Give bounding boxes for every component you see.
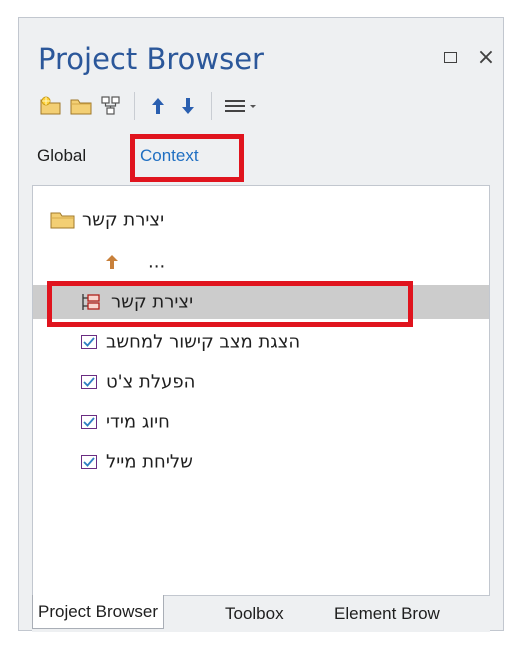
checklist-icon (81, 375, 97, 389)
tab-global[interactable]: Global (37, 140, 86, 172)
tab-element-browser[interactable]: Element Brow (334, 596, 440, 632)
move-down-button[interactable] (173, 91, 203, 121)
checklist-icon (81, 455, 97, 469)
tree-item-label: חיוג מידי (106, 411, 170, 433)
use-case-diagram-icon (81, 293, 101, 311)
folder-icon (70, 99, 92, 115)
tree-item-parent[interactable]: ... (33, 245, 489, 279)
tree-item-element[interactable]: הצגת מצב קישור למחשב (33, 325, 489, 359)
arrow-up-icon (152, 98, 164, 114)
tree-item-diagram[interactable]: יצירת קשר (33, 285, 489, 319)
new-model-button[interactable] (36, 91, 66, 121)
tab-toolbox[interactable]: Toolbox (225, 596, 284, 632)
close-button[interactable]: × (472, 42, 500, 72)
bottom-tab-bar: Project Browser Toolbox Element Brow (32, 595, 490, 632)
toolbar (36, 88, 476, 124)
checklist-icon (81, 415, 97, 429)
restore-window-icon (443, 51, 457, 63)
hamburger-dropdown-icon (225, 100, 256, 112)
tree-item-label: יצירת קשר (82, 209, 165, 231)
checklist-icon (81, 335, 97, 349)
move-up-button[interactable] (143, 91, 173, 121)
tree-item-element[interactable]: שליחת מייל (33, 445, 489, 479)
tree-item-package[interactable]: יצירת קשר (33, 203, 489, 237)
tree-item-label: ... (148, 251, 166, 273)
close-icon: × (476, 44, 496, 70)
tree-item-label: הצגת מצב קישור למחשב (106, 331, 301, 353)
tree-item-label: שליחת מייל (106, 451, 193, 473)
new-diagram-button[interactable] (96, 91, 126, 121)
menu-button[interactable] (220, 91, 264, 121)
toolbar-separator (134, 92, 135, 120)
new-model-folder-icon (40, 96, 61, 115)
new-package-button[interactable] (66, 91, 96, 121)
panel-title: Project Browser (38, 42, 264, 76)
tab-context[interactable]: Context (140, 140, 199, 172)
tree-item-label: הפעלת צ'ט (106, 371, 196, 393)
tree-item-label: יצירת קשר (111, 291, 194, 313)
project-tree: יצירת קשר ... יצירת קשר הצגת מצב קישור ל… (32, 185, 490, 595)
arrow-down-icon (182, 98, 194, 114)
folder-icon (50, 210, 76, 230)
tab-project-browser[interactable]: Project Browser (32, 595, 164, 629)
diagram-icon (101, 96, 120, 115)
tree-item-element[interactable]: חיוג מידי (33, 405, 489, 439)
restore-window-button[interactable] (436, 42, 464, 72)
tree-item-element[interactable]: הפעלת צ'ט (33, 365, 489, 399)
toolbar-separator (211, 92, 212, 120)
arrow-up-icon (105, 254, 119, 270)
